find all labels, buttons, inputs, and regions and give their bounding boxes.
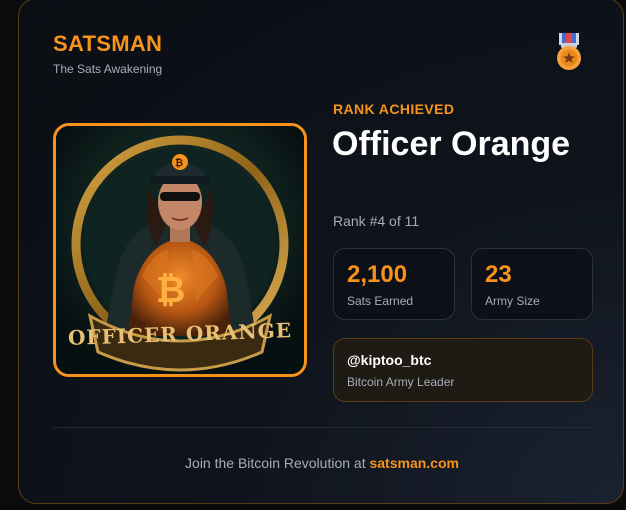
stat-label: Sats Earned [347,294,414,308]
brand-subtitle: The Sats Awakening [53,62,163,76]
user-role: Bitcoin Army Leader [347,375,455,389]
stat-label: Army Size [485,294,540,308]
footer-text: Join the Bitcoin Revolution at [185,455,370,471]
stat-value: 23 [485,261,512,288]
footer: Join the Bitcoin Revolution at satsman.c… [19,455,623,471]
svg-text:₿: ₿ [156,270,185,311]
brand-title: SATSMAN [53,31,163,56]
footer-link[interactable]: satsman.com [369,455,458,471]
stat-value: 2,100 [347,261,408,288]
rank-title: Officer Orange [332,125,571,163]
brand-header: SATSMAN The Sats Awakening [53,31,162,76]
user-card: @kiptoo_btc Bitcoin Army Leader [333,338,593,402]
stat-army-size: 23 Army Size [471,248,593,320]
user-handle: @kiptoo_btc [347,352,432,368]
svg-text:₿: ₿ [175,157,183,169]
divider [53,427,593,428]
stat-sats-earned: 2,100 Sats Earned [333,248,455,320]
officer-orange-portrait: ₿ ₿ OFFICER ORANGE [53,123,307,377]
medal-icon [555,33,583,71]
rank-label: RANK ACHIEVED [333,101,455,117]
rank-card: SATSMAN The Sats Awakening ₿ ₿ OFFICER O… [18,0,624,504]
rank-position: Rank #4 of 11 [333,213,420,229]
